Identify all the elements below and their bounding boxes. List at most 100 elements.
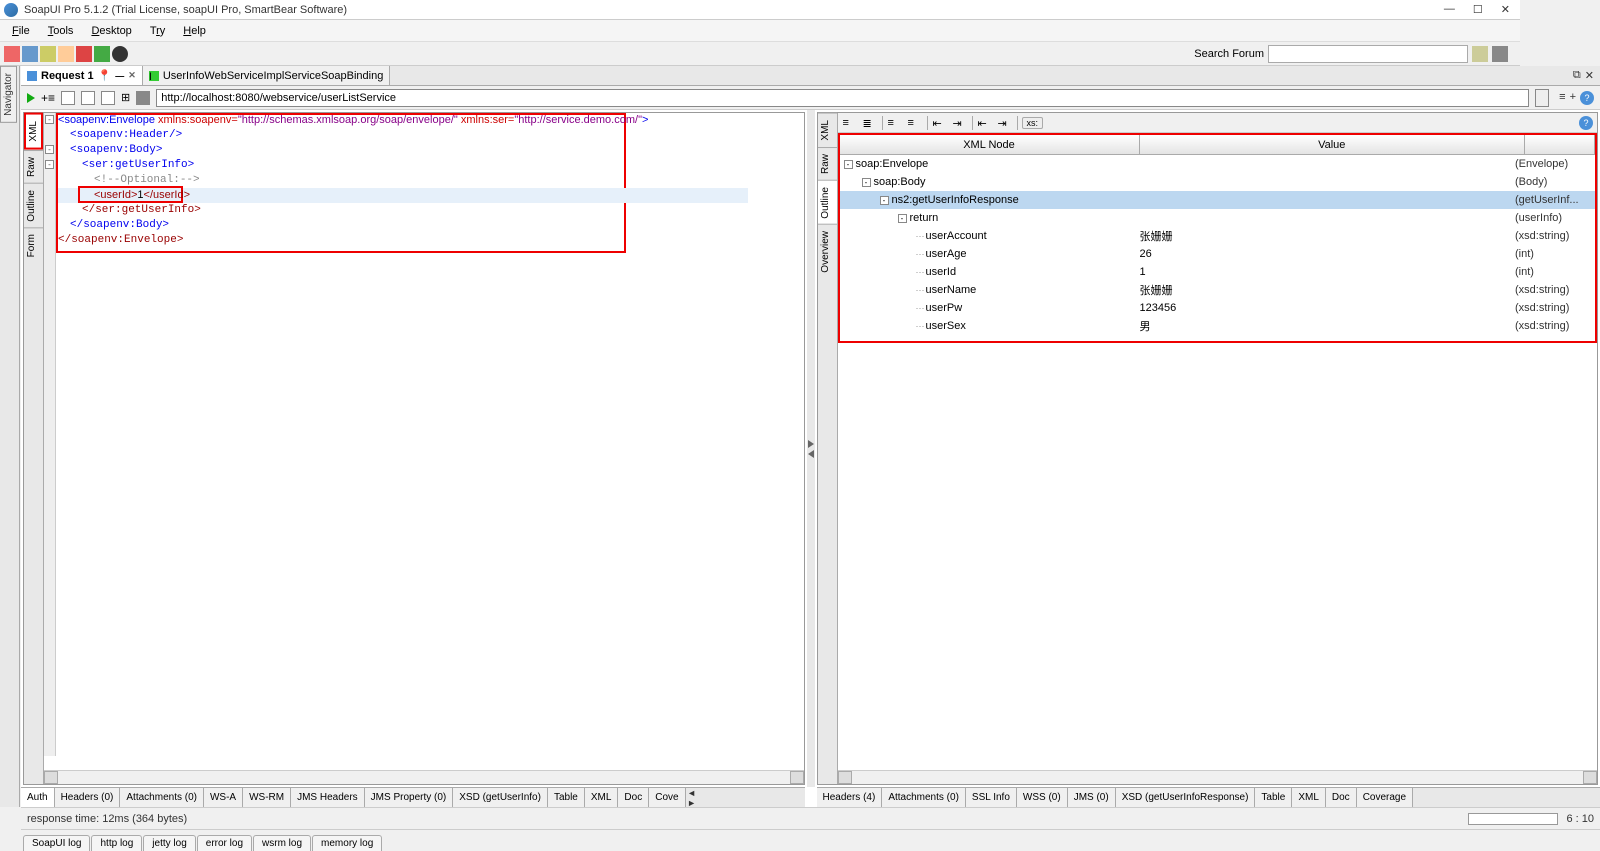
tree-row[interactable]: ⋯userPw123456(xsd:string) — [840, 299, 1596, 317]
indent-icon[interactable]: ⇥ — [997, 116, 1013, 130]
btab-xsd-getuserinfo-[interactable]: XSD (getUserInfo) — [453, 788, 548, 807]
tb-btn-3[interactable] — [101, 91, 115, 105]
btab-table[interactable]: Table — [1255, 788, 1292, 807]
btab-attachments-0-[interactable]: Attachments (0) — [882, 788, 966, 807]
tab-close-button[interactable]: ✕ — [128, 70, 136, 81]
menu-try[interactable]: Try — [142, 23, 173, 39]
maximize-button[interactable]: ☐ — [1473, 3, 1483, 16]
tb-btn-4[interactable]: ⊞ — [121, 91, 130, 104]
menu-tools[interactable]: Tools — [40, 23, 82, 39]
btab-headers-0-[interactable]: Headers (0) — [55, 788, 121, 807]
align-icon[interactable]: ≡ — [907, 116, 923, 130]
btab-headers-4-[interactable]: Headers (4) — [817, 788, 883, 807]
logtab-jetty-log[interactable]: jetty log — [143, 835, 195, 851]
splitter[interactable] — [807, 110, 815, 787]
h-scrollbar[interactable] — [44, 770, 804, 784]
xs-button[interactable]: xs: — [1022, 117, 1044, 129]
vtab-xml[interactable]: XML — [818, 113, 837, 147]
tb-end-1[interactable]: ≡ — [1559, 91, 1565, 105]
logtab-http-log[interactable]: http log — [91, 835, 142, 851]
btab-jms-0-[interactable]: JMS (0) — [1068, 788, 1116, 807]
btab-ws-rm[interactable]: WS-RM — [243, 788, 291, 807]
btab-cove[interactable]: Cove — [649, 788, 685, 807]
fold-icon[interactable]: - — [45, 145, 54, 154]
tb-end-2[interactable]: + — [1570, 91, 1576, 105]
tree-row[interactable]: -ns2:getUserInfoResponse(getUserInf... — [840, 191, 1596, 209]
vtab-outline[interactable]: Outline — [24, 183, 43, 228]
settings-icon[interactable] — [1492, 46, 1508, 62]
toggle-icon[interactable]: - — [844, 160, 853, 169]
tree-body[interactable]: -soap:Envelope(Envelope)-soap:Body(Body)… — [840, 155, 1596, 341]
h-scrollbar[interactable] — [838, 770, 1598, 784]
vtab-outline[interactable]: Outline — [818, 180, 837, 225]
tree-row[interactable]: ⋯userId1(int) — [840, 263, 1596, 281]
btab-nav[interactable]: ◄ ► — [686, 788, 698, 808]
tree-row[interactable]: -soap:Envelope(Envelope) — [840, 155, 1596, 173]
help-icon[interactable]: ? — [1580, 91, 1594, 105]
tab-min-icon[interactable]: — — [115, 71, 124, 81]
vtab-raw[interactable]: Raw — [818, 147, 837, 180]
vtab-raw[interactable]: Raw — [24, 150, 43, 183]
tree-row[interactable]: ⋯userSex男(xsd:string) — [840, 317, 1596, 335]
btab-coverage[interactable]: Coverage — [1357, 788, 1413, 807]
fold-icon[interactable]: - — [45, 115, 54, 124]
toggle-icon[interactable]: - — [898, 214, 907, 223]
btab-xsd-getuserinforesponse-[interactable]: XSD (getUserInfoResponse) — [1116, 788, 1256, 807]
logtab-error-log[interactable]: error log — [197, 835, 252, 851]
tree-row[interactable]: ⋯userName张姗姗(xsd:string) — [840, 281, 1596, 299]
indent-icon[interactable]: ⇥ — [952, 116, 968, 130]
align-icon[interactable]: ≣ — [862, 116, 878, 130]
add-to-testcase-icon[interactable]: +≡ — [41, 91, 55, 105]
logtab-wsrm-log[interactable]: wsrm log — [253, 835, 311, 851]
minimize-button[interactable]: — — [1444, 3, 1455, 16]
user-icon[interactable] — [58, 46, 74, 62]
search-icon[interactable] — [1472, 46, 1488, 62]
menu-desktop[interactable]: Desktop — [83, 23, 139, 39]
toggle-icon[interactable]: - — [880, 196, 889, 205]
btab-xml[interactable]: XML — [1292, 788, 1326, 807]
fold-icon[interactable]: - — [45, 160, 54, 169]
window-restore-icon[interactable]: ⧉ — [1573, 69, 1581, 82]
splitter-left-icon[interactable] — [808, 450, 814, 458]
logtab-memory-log[interactable]: memory log — [312, 835, 382, 851]
vtab-overview[interactable]: Overview — [818, 224, 837, 279]
col-type[interactable] — [1525, 135, 1595, 154]
navigator-tab[interactable]: Navigator — [0, 66, 17, 123]
tab-pin-icon[interactable]: 📍 — [98, 69, 112, 82]
tab-binding[interactable]: I UserInfoWebServiceImplServiceSoapBindi… — [143, 66, 391, 85]
vtab-form[interactable]: Form — [24, 227, 43, 263]
window-close-icon[interactable]: ✕ — [1585, 69, 1594, 82]
btab-doc[interactable]: Doc — [1326, 788, 1357, 807]
btab-jms-headers[interactable]: JMS Headers — [291, 788, 365, 807]
logtab-soapui-log[interactable]: SoapUI log — [23, 835, 90, 851]
tab-request-1[interactable]: Request 1 📍 — ✕ — [21, 66, 143, 85]
tb-btn-1[interactable] — [61, 91, 75, 105]
btab-ssl-info[interactable]: SSL Info — [966, 788, 1017, 807]
btab-wss-0-[interactable]: WSS (0) — [1017, 788, 1068, 807]
btab-ws-a[interactable]: WS-A — [204, 788, 243, 807]
align-left-icon[interactable]: ≡ — [842, 116, 858, 130]
tree-row[interactable]: -soap:Body(Body) — [840, 173, 1596, 191]
help-icon[interactable]: ? — [1579, 116, 1593, 130]
btab-jms-property-0-[interactable]: JMS Property (0) — [365, 788, 454, 807]
run-button[interactable] — [27, 93, 35, 103]
align-icon[interactable]: ≡ — [887, 116, 903, 130]
endpoint-dropdown[interactable] — [1535, 89, 1549, 107]
tree-row[interactable]: -return(userInfo) — [840, 209, 1596, 227]
close-button[interactable]: ✕ — [1501, 3, 1510, 16]
btab-table[interactable]: Table — [548, 788, 585, 807]
cut-icon[interactable] — [76, 46, 92, 62]
col-xml-node[interactable]: XML Node — [840, 135, 1140, 154]
endpoint-url[interactable]: http://localhost:8080/webservice/userLis… — [156, 89, 1529, 107]
splitter-right-icon[interactable] — [808, 440, 814, 448]
new-icon[interactable] — [4, 46, 20, 62]
refresh-icon[interactable] — [112, 46, 128, 62]
col-value[interactable]: Value — [1140, 135, 1526, 154]
btab-auth[interactable]: Auth — [21, 788, 55, 807]
stop-button[interactable] — [136, 91, 150, 105]
indent-icon[interactable]: ⇤ — [932, 116, 948, 130]
search-forum-input[interactable] — [1268, 45, 1468, 63]
import-icon[interactable] — [40, 46, 56, 62]
menu-help[interactable]: Help — [175, 23, 214, 39]
tb-btn-2[interactable] — [81, 91, 95, 105]
